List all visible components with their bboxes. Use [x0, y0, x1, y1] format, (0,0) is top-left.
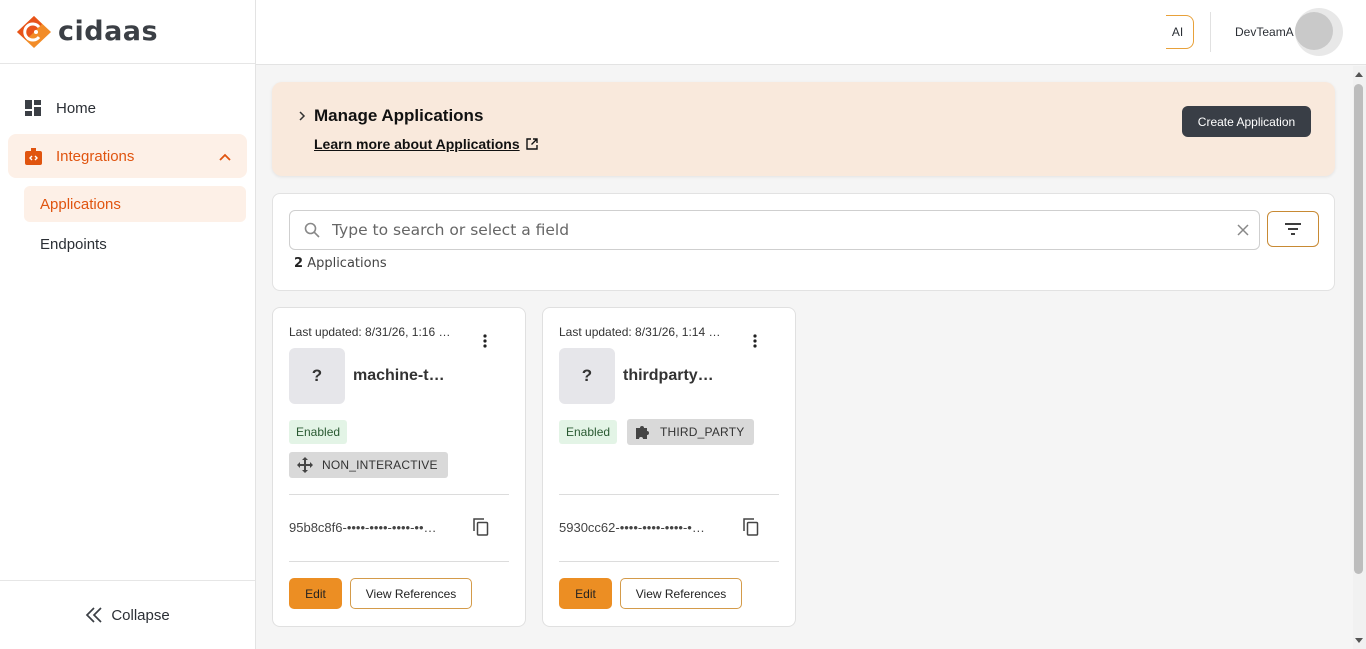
search-icon [304, 222, 320, 238]
chevron-up-icon [219, 148, 231, 165]
user-name[interactable]: DevTeamA [1235, 25, 1294, 39]
filter-icon [1285, 223, 1301, 235]
applications-count-number: 2 [294, 256, 304, 271]
last-updated: Last updated: 8/31/26, 1:16 … [289, 325, 451, 339]
scroll-up-arrow-icon[interactable] [1355, 72, 1363, 77]
divider [289, 494, 509, 495]
applications-count: 2 Applications [294, 256, 387, 271]
sidebar-item-label: Home [56, 99, 97, 117]
app-type-label: THIRD_PARTY [660, 425, 745, 439]
app-type-badge: THIRD_PARTY [627, 419, 755, 445]
app-type-label: NON_INTERACTIVE [322, 458, 438, 472]
more-vertical-icon[interactable] [744, 330, 766, 352]
logo[interactable]: cidaas [0, 0, 255, 64]
client-id: 5930cc62-••••-••••-••••-•… [559, 520, 705, 535]
topbar-divider [1210, 12, 1211, 52]
move-arrows-icon [297, 457, 313, 473]
client-id: 95b8c8f6-••••-••••-••••-••… [289, 520, 437, 535]
manage-applications-banner: Manage Applications Learn more about App… [272, 82, 1335, 176]
application-card: Last updated: 8/31/26, 1:16 … ? machine-… [272, 307, 526, 627]
search-box[interactable] [289, 210, 1260, 250]
status-badge: Enabled [289, 420, 348, 444]
applications-count-label: Applications [307, 256, 387, 271]
copy-icon[interactable] [743, 518, 759, 536]
puzzle-icon [636, 426, 649, 439]
search-panel: 2 Applications [272, 193, 1335, 291]
logo-text: cidaas [58, 16, 159, 47]
sidebar-subitem-endpoints[interactable]: Endpoints [24, 226, 246, 262]
scrollbar-thumb[interactable] [1354, 84, 1363, 574]
application-card: Last updated: 8/31/26, 1:14 … ? thirdpar… [542, 307, 796, 627]
avatar[interactable] [1295, 8, 1349, 56]
vertical-scrollbar[interactable] [1353, 66, 1366, 649]
cidaas-logo-icon [17, 15, 51, 48]
collapse-label: Collapse [111, 606, 170, 624]
divider [559, 561, 779, 562]
clear-icon[interactable] [1237, 224, 1249, 236]
sidebar-nav: Home Integrations Applications Endpoints [0, 64, 255, 262]
sidebar-submenu: Applications Endpoints [8, 186, 247, 262]
topbar: AI DevTeamA [256, 0, 1366, 65]
view-references-button[interactable]: View References [620, 578, 742, 609]
sidebar-item-home[interactable]: Home [8, 86, 247, 130]
copy-icon[interactable] [473, 518, 489, 536]
view-references-button[interactable]: View References [350, 578, 472, 609]
learn-more-link[interactable]: Learn more about Applications [314, 136, 538, 152]
collapse-button[interactable]: Collapse [0, 580, 255, 649]
status-badge: Enabled [559, 420, 618, 444]
divider [289, 561, 509, 562]
edit-button[interactable]: Edit [559, 578, 612, 609]
avatar-inner [1295, 12, 1333, 50]
integrations-icon [24, 147, 42, 165]
sidebar: cidaas Home Integrations Applications En… [0, 0, 256, 649]
application-name[interactable]: thirdparty… [623, 367, 714, 385]
double-chevron-left-icon [85, 607, 103, 623]
dashboard-icon [24, 99, 42, 117]
filter-button[interactable] [1267, 211, 1319, 247]
sidebar-item-label: Integrations [56, 147, 135, 165]
divider [559, 494, 779, 495]
scroll-down-arrow-icon[interactable] [1355, 638, 1363, 643]
search-input[interactable] [332, 221, 1237, 239]
app-logo-placeholder: ? [289, 348, 345, 404]
app-type-badge: NON_INTERACTIVE [289, 452, 448, 478]
last-updated: Last updated: 8/31/26, 1:14 … [559, 325, 721, 339]
create-application-button[interactable]: Create Application [1182, 106, 1311, 137]
ai-button[interactable]: AI [1166, 15, 1194, 49]
sidebar-subitem-applications[interactable]: Applications [24, 186, 246, 222]
chevron-right-icon[interactable] [298, 108, 306, 124]
app-logo-placeholder: ? [559, 348, 615, 404]
sidebar-item-integrations[interactable]: Integrations [8, 134, 247, 178]
more-vertical-icon[interactable] [474, 330, 496, 352]
edit-button[interactable]: Edit [289, 578, 342, 609]
main-content: Manage Applications Learn more about App… [256, 66, 1353, 649]
external-link-icon [525, 138, 538, 150]
learn-more-link-label: Learn more about Applications [314, 136, 520, 152]
application-name[interactable]: machine-t… [353, 367, 445, 385]
page-title: Manage Applications [314, 106, 484, 125]
